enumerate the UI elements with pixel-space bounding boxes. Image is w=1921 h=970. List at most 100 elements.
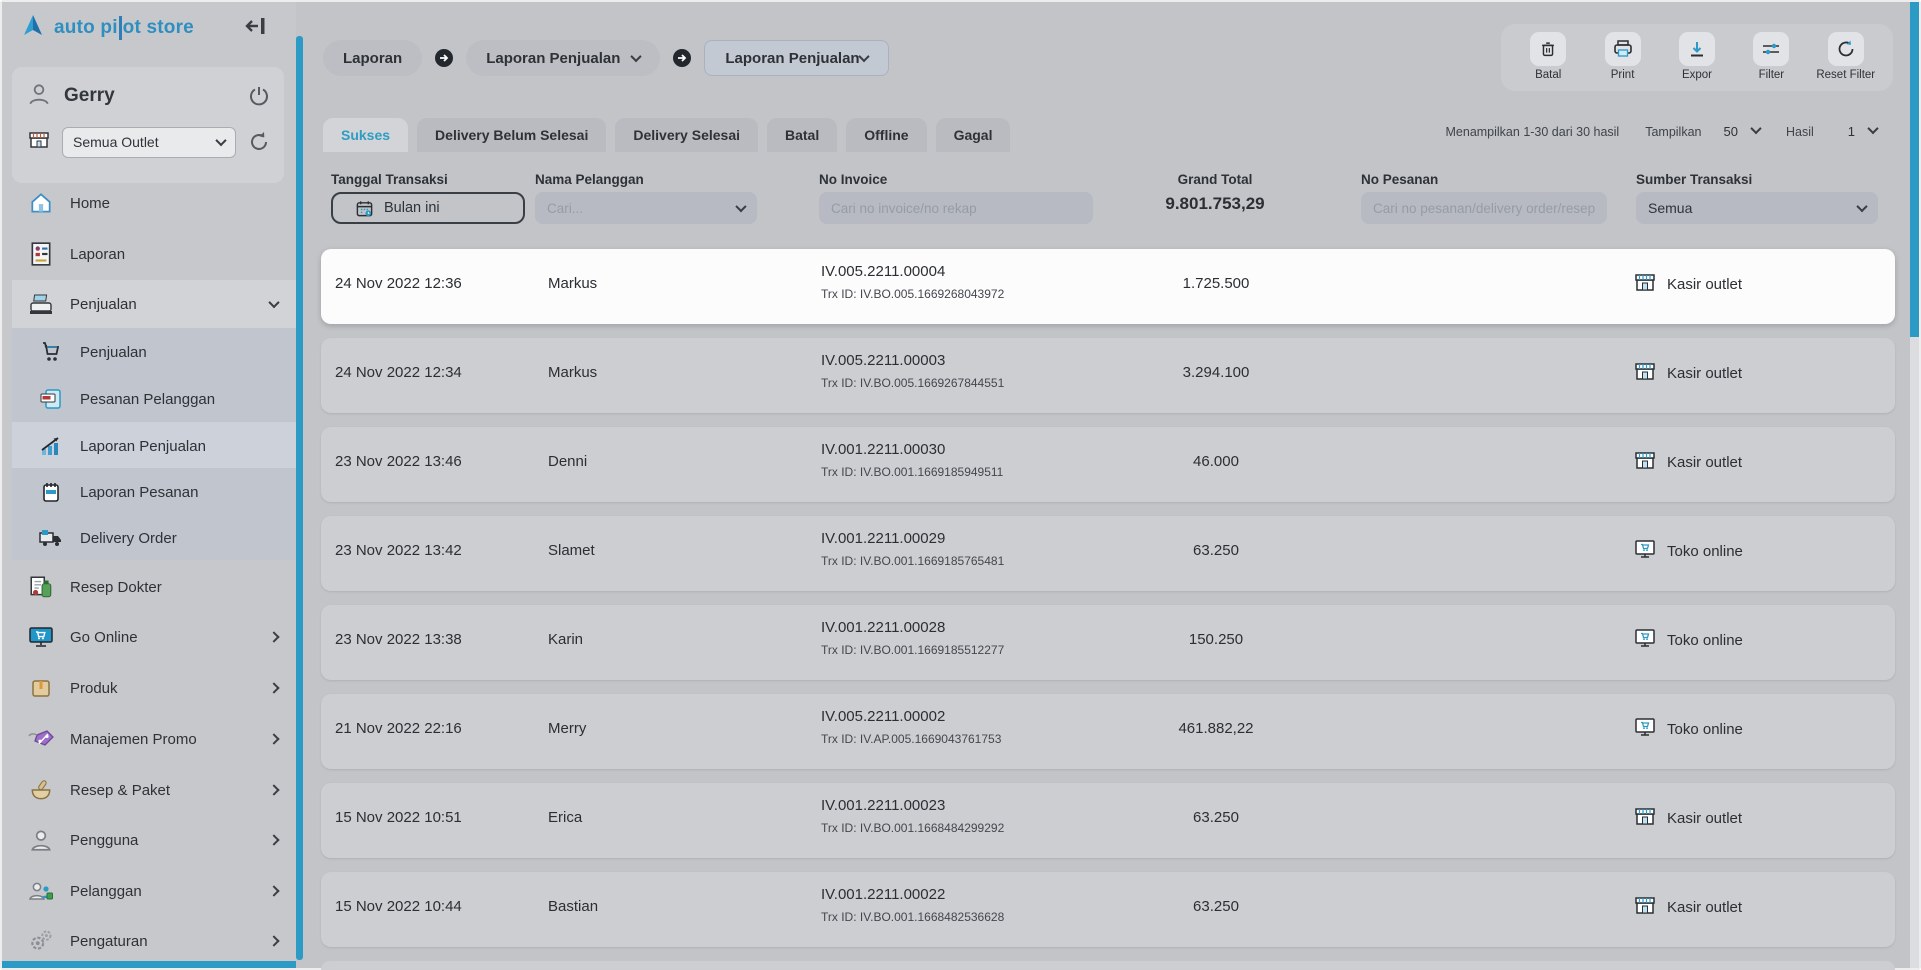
filter-button[interactable]: Filter	[1736, 32, 1806, 81]
tab-offline[interactable]: Offline	[846, 118, 926, 152]
calendar-icon	[355, 199, 374, 218]
user-card: Gerry Semua Outlet	[12, 67, 284, 183]
order-search[interactable]	[1361, 192, 1607, 224]
sidebar-item-resep-paket[interactable]: Resep & Paket	[26, 772, 288, 808]
sidebar-item-laporan[interactable]: Laporan	[26, 236, 288, 272]
sidebar-collapse-icon[interactable]	[242, 14, 268, 38]
grand-total-label: Grand Total	[1115, 172, 1315, 187]
table-row[interactable]: 24 Nov 2022 12:36 Markus IV.005.2211.000…	[321, 249, 1895, 324]
main-content: Laporan Laporan Penjualan Laporan Penjua…	[303, 0, 1911, 970]
table-row[interactable]: 23 Nov 2022 13:46 Denni IV.001.2211.0003…	[321, 427, 1895, 502]
sidebar-item-pengaturan[interactable]: Pengaturan	[26, 923, 288, 959]
sidebar-item-produk[interactable]: Produk	[26, 670, 288, 706]
breadcrumb-laporan-penjualan[interactable]: Laporan Penjualan	[466, 40, 660, 76]
tab-batal[interactable]: Batal	[767, 118, 837, 152]
page-size-value[interactable]: 50	[1724, 124, 1738, 139]
breadcrumb-laporan[interactable]: Laporan	[323, 40, 422, 76]
trash-icon	[1530, 32, 1566, 66]
cash-register-icon	[26, 291, 56, 317]
chevron-right-icon	[268, 631, 279, 642]
scrollbar-track[interactable]	[1910, 2, 1919, 968]
sidebar-item-laporan-penjualan[interactable]: Laporan Penjualan	[36, 428, 288, 464]
action-toolbar: Batal Print Expor Filter Reset Filter	[1501, 24, 1893, 91]
table-row[interactable]: 24 Nov 2022 12:34 Markus IV.005.2211.000…	[321, 338, 1895, 413]
logout-power-icon[interactable]	[246, 83, 272, 109]
sidebar-item-pelanggan[interactable]: Pelanggan	[26, 873, 288, 909]
chevron-right-icon	[268, 885, 279, 896]
batal-button[interactable]: Batal	[1513, 32, 1583, 81]
pagination: Menampilkan 1-30 dari 30 hasil Tampilkan…	[1446, 124, 1878, 139]
customer-search-input[interactable]	[547, 201, 737, 216]
chevron-down-icon	[268, 297, 279, 308]
home-icon	[26, 190, 56, 216]
chevron-right-icon	[268, 834, 279, 845]
order-search-input[interactable]	[1373, 201, 1595, 216]
scrollbar-thumb[interactable]	[1910, 2, 1919, 337]
date-range-picker[interactable]: Bulan ini	[331, 192, 525, 224]
sidebar-item-pesanan-pelanggan[interactable]: Pesanan Pelanggan	[36, 381, 288, 417]
user-avatar-icon	[26, 81, 52, 112]
source-select-value: Semua	[1648, 200, 1692, 216]
sidebar-item-manajemen-promo[interactable]: Manajemen Promo	[26, 721, 288, 757]
table-row[interactable]: 15 Nov 2022 10:44 Bastian IV.001.2211.00…	[321, 872, 1895, 947]
sidebar-item-resep-dokter[interactable]: Resep Dokter	[26, 569, 288, 605]
arrow-right-circle-icon	[672, 48, 692, 68]
user-name: Gerry	[64, 85, 246, 107]
chevron-right-icon	[268, 682, 279, 693]
expor-button[interactable]: Expor	[1662, 32, 1732, 81]
print-button[interactable]: Print	[1588, 32, 1658, 81]
reset-filter-button[interactable]: Reset Filter	[1811, 32, 1881, 81]
chevron-down-icon[interactable]	[1750, 123, 1761, 134]
content-accent-bar	[296, 36, 303, 960]
online-store-icon	[1633, 715, 1657, 743]
storefront-icon	[1633, 270, 1657, 298]
tab-sukses[interactable]: Sukses	[323, 118, 408, 152]
storefront-icon	[1633, 893, 1657, 921]
sidebar-bottom-accent	[2, 961, 296, 968]
sidebar-item-laporan-pesanan[interactable]: Laporan Pesanan	[36, 474, 288, 510]
gears-icon	[26, 928, 56, 954]
reset-icon	[1828, 32, 1864, 66]
storefront-icon	[1633, 359, 1657, 387]
chevron-down-icon	[631, 51, 642, 62]
customers-icon	[26, 878, 56, 904]
table-row[interactable]: 15 Nov 2022 10:51 Erica IV.001.2211.0002…	[321, 783, 1895, 858]
sidebar-item-penjualan[interactable]: Penjualan	[36, 334, 288, 370]
invoice-search-input[interactable]	[831, 201, 1081, 216]
sidebar-item-go-online[interactable]: Go Online	[26, 619, 288, 655]
sidebar-item-delivery-order[interactable]: Delivery Order	[36, 520, 288, 556]
table-row[interactable]: 21 Nov 2022 22:16 Merry IV.005.2211.0000…	[321, 694, 1895, 769]
sales-chart-icon	[36, 434, 66, 458]
report-type-select[interactable]: Laporan Penjualan	[704, 40, 888, 76]
refresh-icon[interactable]	[246, 129, 272, 155]
chevron-right-icon	[268, 733, 279, 744]
source-select[interactable]: Semua	[1636, 192, 1878, 224]
tab-gagal[interactable]: Gagal	[936, 118, 1011, 152]
page-value[interactable]: 1	[1848, 124, 1855, 139]
chevron-down-icon[interactable]	[1867, 123, 1878, 134]
table-row[interactable]: 23 Nov 2022 13:38 Karin IV.001.2211.0002…	[321, 605, 1895, 680]
invoice-search[interactable]	[819, 192, 1093, 224]
results-summary: Menampilkan 1-30 dari 30 hasil	[1446, 125, 1620, 139]
table-row[interactable]: 23 Nov 2022 13:42 Slamet IV.001.2211.000…	[321, 516, 1895, 591]
sidebar-item-penjualan-group[interactable]: Penjualan	[26, 286, 288, 322]
customer-order-icon	[36, 387, 66, 411]
nama-pelanggan-label: Nama Pelanggan	[535, 172, 644, 187]
online-store-icon	[1633, 626, 1657, 654]
truck-icon	[36, 526, 66, 550]
sidebar-item-pengguna[interactable]: Pengguna	[26, 822, 288, 858]
no-invoice-label: No Invoice	[819, 172, 887, 187]
tab-delivery-selesai[interactable]: Delivery Selesai	[615, 118, 758, 152]
tab-delivery-belum-selesai[interactable]: Delivery Belum Selesai	[417, 118, 606, 152]
prescription-icon	[26, 574, 56, 600]
logo-text: auto piot store	[54, 16, 194, 40]
storefront-icon	[1633, 804, 1657, 832]
customer-select[interactable]	[535, 192, 757, 224]
date-range-value: Bulan ini	[384, 200, 440, 216]
outlet-select[interactable]: Semua Outlet	[62, 127, 236, 158]
logo-icon	[20, 13, 46, 44]
chevron-down-icon	[858, 51, 869, 62]
online-store-icon	[1633, 537, 1657, 565]
sidebar-item-home[interactable]: Home	[26, 185, 288, 221]
no-pesanan-label: No Pesanan	[1361, 172, 1438, 187]
